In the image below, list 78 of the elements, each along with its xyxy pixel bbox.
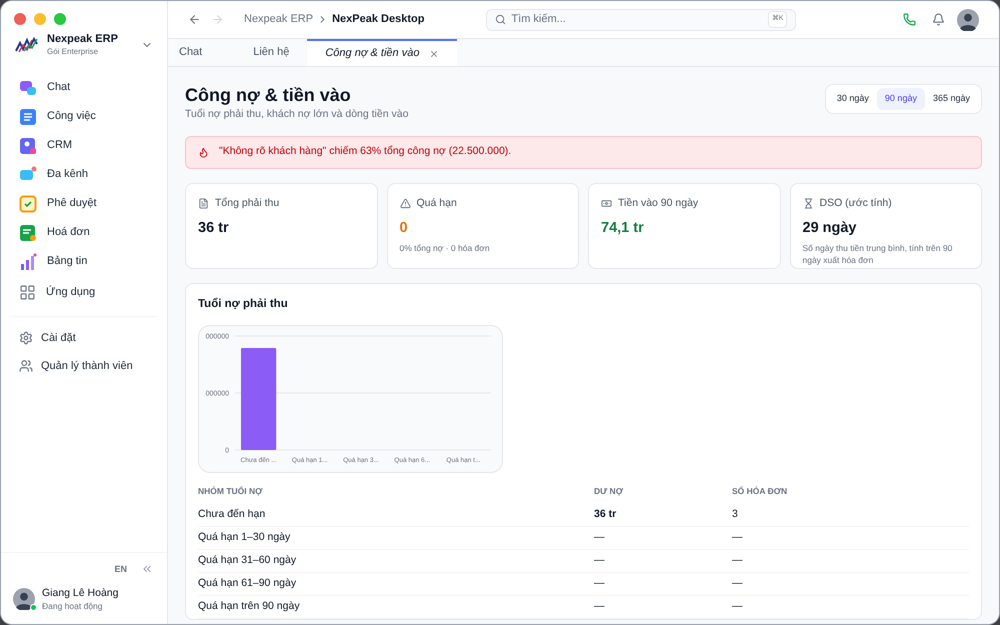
sidebar-item[interactable]: Phê duyệt xyxy=(11,189,157,218)
page-subtitle: Tuổi nợ phải thu, khách nợ lớn và dòng tiền vào xyxy=(185,107,408,122)
table-cell: 36 tr xyxy=(594,504,732,527)
range-option[interactable]: 365 ngày xyxy=(924,88,978,110)
phone-icon[interactable] xyxy=(903,13,916,26)
table-cell: Chưa đến hạn xyxy=(198,504,594,527)
stat-note: 0% tổng nợ · 0 hóa đơn xyxy=(400,242,491,254)
stat-label: Tiền vào 90 ngày xyxy=(618,196,698,211)
column-header: NHÓM TUỔI NỢ xyxy=(198,485,264,498)
alert-text: "Không rõ khách hàng" chiếm 63% tổng công nợ (22.500.000). xyxy=(219,144,512,160)
table-cell: — xyxy=(594,596,732,619)
table-cell: — xyxy=(732,550,969,573)
settings-icon xyxy=(19,331,33,345)
back-icon[interactable] xyxy=(188,13,201,26)
range-option[interactable]: 30 ngày xyxy=(828,88,877,110)
section-title: Tuổi nợ phải thu xyxy=(198,296,289,312)
sidebar-item[interactable]: Cài đặt xyxy=(11,324,157,352)
document-icon xyxy=(198,198,209,210)
sidebar-item[interactable]: Hoá đơn xyxy=(11,218,157,247)
flame-icon xyxy=(198,146,209,158)
stat-value: 29 ngày xyxy=(802,218,858,238)
hourglass-icon xyxy=(802,198,814,210)
stat-label: DSO (ước tính) xyxy=(820,196,892,211)
sidebar-item[interactable]: Bảng tin xyxy=(11,247,157,276)
page-title: Công nợ & tiền vào xyxy=(185,84,352,107)
stat-value: 0 xyxy=(400,218,409,238)
column-header: DƯ NỢ xyxy=(594,485,732,504)
bar-chart-icon xyxy=(19,252,37,270)
table-cell: 3 xyxy=(732,504,969,527)
tab[interactable]: Công nợ & tiền vào xyxy=(307,39,458,66)
table-cell: — xyxy=(732,526,969,550)
chat-bubbles-icon xyxy=(19,78,37,96)
tab[interactable]: Liên hệ xyxy=(235,39,308,66)
invoice-icon xyxy=(19,224,37,242)
breadcrumb-current: NexPeak Desktop xyxy=(332,12,424,28)
contact-card-icon xyxy=(19,136,37,154)
table-cell: Quá hạn 1–30 ngày xyxy=(198,526,594,550)
stat-value: 74,1 tr xyxy=(601,218,645,238)
stat-value: 36 tr xyxy=(198,218,230,238)
stat-note: Số ngày thu tiền trung bình, tính trên 90 ngày xuất hóa đơn xyxy=(802,242,954,266)
table-cell: — xyxy=(732,596,969,619)
avatar xyxy=(957,8,979,30)
table-cell: — xyxy=(594,572,732,596)
workspace-plan: Gói Enterprise xyxy=(47,46,100,58)
sidebar-item[interactable]: Công việc xyxy=(11,102,157,131)
checklist-icon xyxy=(19,108,37,126)
workspace-name: Nexpeak ERP xyxy=(47,32,119,46)
user-status: Đang hoạt động xyxy=(42,600,104,612)
table-cell: Quá hạn 31–60 ngày xyxy=(198,550,594,573)
table-cell: Quá hạn trên 90 ngày xyxy=(198,596,594,619)
banknote-icon xyxy=(601,198,612,210)
table-cell: — xyxy=(594,550,732,573)
sidebar-item[interactable]: Quản lý thành viên xyxy=(11,352,157,380)
language-toggle[interactable]: EN xyxy=(114,562,127,576)
avatar xyxy=(13,588,35,610)
sidebar-item[interactable]: CRM xyxy=(11,131,157,160)
close-icon[interactable] xyxy=(429,48,440,58)
breadcrumb-link[interactable]: Nexpeak ERP xyxy=(244,11,314,28)
sidebar-item[interactable]: Chat xyxy=(11,73,157,102)
grid-icon xyxy=(19,284,36,301)
bell-icon[interactable] xyxy=(932,13,945,26)
users-icon xyxy=(19,359,33,373)
stat-label: Quá hạn xyxy=(416,196,457,211)
approval-icon xyxy=(19,194,37,212)
warning-icon xyxy=(400,198,410,210)
sidebar-item[interactable]: Ứng dụng xyxy=(11,276,157,309)
search-field[interactable]: Tìm kiếm... xyxy=(511,11,763,28)
table-cell: — xyxy=(594,526,732,550)
user-name: Giang Lê Hoàng xyxy=(42,586,118,600)
zigzag-logo xyxy=(15,37,39,53)
table-cell: Quá hạn 61–90 ngày xyxy=(198,572,594,596)
sidebar-item[interactable]: Đa kênh xyxy=(11,160,157,189)
search-icon xyxy=(495,14,506,25)
table-cell: — xyxy=(732,572,969,596)
range-option[interactable]: 90 ngày xyxy=(876,88,925,110)
column-header: SỐ HÓA ĐƠN xyxy=(732,485,788,498)
tab[interactable]: Chat xyxy=(168,39,214,66)
stat-label: Tổng phải thu xyxy=(215,196,280,211)
